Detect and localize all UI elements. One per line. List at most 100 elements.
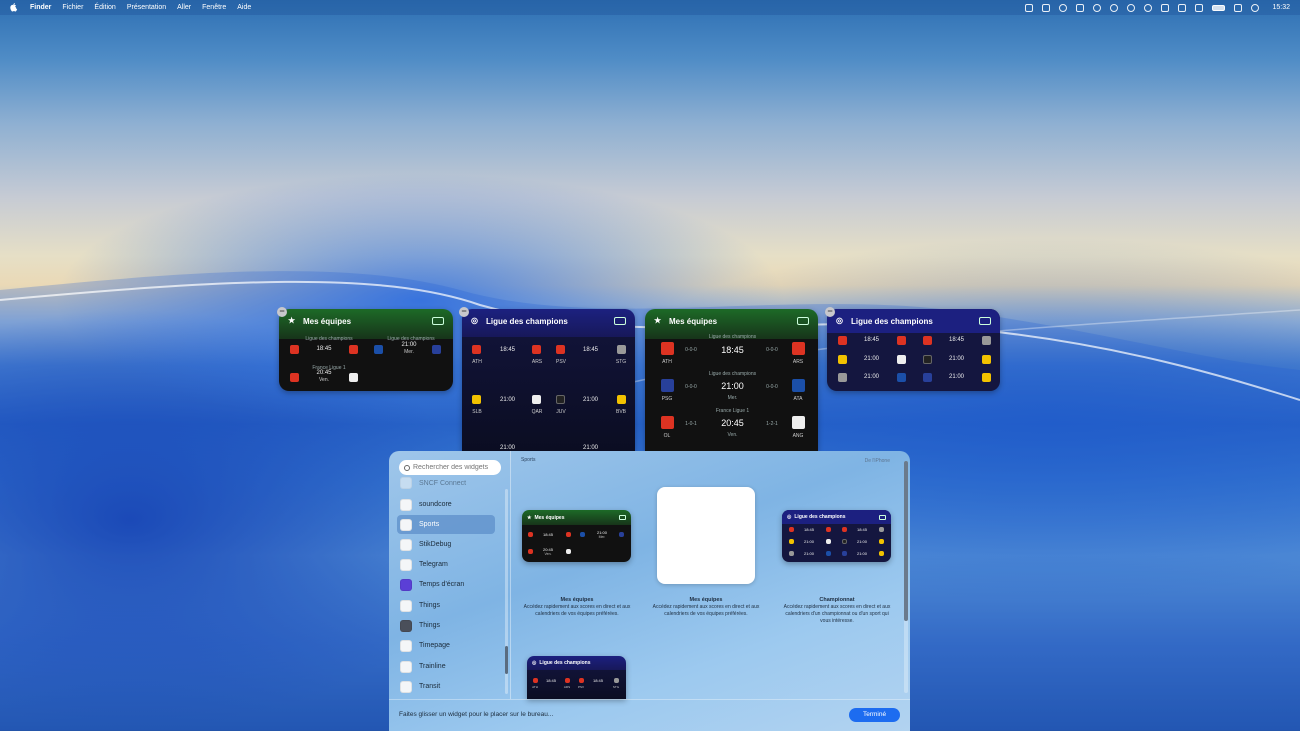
widget-mes-equipes-small[interactable]: ★ Mes équipes Ligue des champions 18:45 L… [279,309,453,391]
status-icon-4[interactable] [1076,3,1085,12]
remove-widget-button[interactable]: − [825,307,835,317]
match-time: 18:45 [592,678,603,683]
widget-mes-equipes-large[interactable]: ★ Mes équipes Ligue des champions ATH 0-0… [645,309,818,451]
display-icon[interactable] [1195,3,1204,12]
sidebar-item-label: Temps d'écran [419,581,465,588]
menu-fichier[interactable]: Fichier [62,4,83,11]
app-icon [400,498,412,511]
battery-icon[interactable] [1212,4,1226,11]
team-crest [879,551,884,556]
match-time: 21:00 [856,551,867,556]
team-crest [661,342,674,355]
sidebar-item-things[interactable]: Things [397,596,495,615]
status-icon-10[interactable] [1178,3,1187,12]
sidebar-item-label: Things [419,622,441,629]
match-time: 18:45 [721,345,744,355]
remove-widget-button[interactable]: − [459,307,469,317]
preview-widget-mes-equipes-medium[interactable]: ★ Mes équipes 18:45 21:00 Mer. 20:45 Ven… [522,510,631,562]
widget-title: Mes équipes [669,316,718,326]
team-crest [842,551,847,556]
search-input[interactable] [413,464,498,471]
team-crest [982,355,991,364]
match-day: Ven. [544,552,552,556]
team-crest [566,532,571,537]
team-crest [838,336,847,345]
search-field[interactable] [399,460,501,475]
team-crest [533,678,538,683]
drag-hint: Faites glisser un widget pour le placer … [399,711,554,718]
sidebar-item-temps-ecran[interactable]: Temps d'écran [397,575,495,594]
sidebar-item-soundcore[interactable]: soundcore [397,495,495,514]
team-crest [897,355,906,364]
remove-widget-button[interactable]: − [277,307,287,317]
sidebar-item-label: Timepage [419,642,450,649]
app-icon [400,680,412,693]
team-crest [826,539,831,544]
team-crest [374,345,383,354]
team-abbr: ATH [472,359,482,365]
clock[interactable]: 15:32 [1272,4,1290,11]
gallery-scrollbar-thumb[interactable] [904,461,908,621]
sidebar-item-trainline[interactable]: Trainline [397,657,495,676]
preview-widget-championnat[interactable]: ◎ Ligue des champions 18:45 18:45 21:00 … [782,510,891,562]
section-title: Sports [521,457,536,463]
team-abbr: SLB [472,409,482,415]
status-icon-8[interactable] [1144,3,1153,12]
sidebar-item-timepage[interactable]: Timepage [397,636,495,655]
star-icon: ★ [654,316,662,325]
status-icon-2[interactable] [1042,3,1051,12]
menu-aide[interactable]: Aide [237,4,251,11]
menu-edition[interactable]: Édition [94,4,115,11]
preview-widget-mes-equipes-large[interactable] [657,487,755,584]
team-crest [838,373,847,382]
widget-ligue-champions-tall[interactable]: ◎ Ligue des champions ATH 18:45 ARS PSV 1… [462,309,635,451]
team-crest [614,678,619,683]
sidebar-scrollbar-thumb[interactable] [505,646,508,674]
sidebar-item-transit[interactable]: Transit [397,677,495,696]
menu-aller[interactable]: Aller [177,4,191,11]
match-time: 18:45 [499,347,515,353]
team-crest [290,345,299,354]
league-label: Ligue des champions [708,371,757,377]
sidebar-item-label: Sports [419,521,440,528]
menu-finder[interactable]: Finder [30,4,51,11]
team-form: 0-0-0 [766,384,778,390]
status-icon-5[interactable] [1093,3,1102,12]
preview-description: Accédez rapidement aux scores en direct … [783,604,891,624]
league-icon: ◎ [532,660,537,666]
widget-title: Ligue des champions [851,316,933,326]
team-abbr: ARS [792,359,804,365]
sidebar-item-telegram[interactable]: Telegram [397,555,495,574]
control-center-icon[interactable] [1251,3,1260,12]
status-icon-1[interactable] [1025,3,1034,12]
match-time: 21:00 [948,356,964,362]
widget-ligue-champions-medium[interactable]: ◎ Ligue des champions 18:45 18:45 21:00 2… [827,309,1000,391]
menu-presentation[interactable]: Présentation [127,4,166,11]
team-crest [923,373,932,382]
team-crest [565,678,570,683]
team-crest [617,395,626,404]
menu-fenetre[interactable]: Fenêtre [202,4,226,11]
match-day: Ven. [318,377,329,383]
widget-title: Ligue des champions [486,316,568,326]
league-label: Ligue des champions [305,336,353,342]
sidebar-item-sncf-connect[interactable]: SNCF Connect [397,477,495,489]
sidebar-item-stikdebug[interactable]: StikDebug [397,535,495,554]
match-time: 21:00 [401,342,417,348]
ticket-icon [432,317,444,325]
done-button[interactable]: Terminé [849,708,900,722]
status-icon-7[interactable] [1127,3,1136,12]
sidebar-item-things-2[interactable]: Things [397,616,495,635]
preview-widget-ligue-champions-tall[interactable]: ◎ Ligue des champions ATH 18:45 ARS PSV … [527,656,626,699]
status-icon-6[interactable] [1110,3,1119,12]
status-icon-9[interactable] [1161,3,1170,12]
status-icon-3[interactable] [1059,3,1068,12]
team-crest [789,527,794,532]
star-icon: ★ [527,514,532,521]
wifi-icon[interactable] [1234,3,1243,12]
apple-icon[interactable] [10,3,18,12]
team-abbr: STG [612,685,620,689]
team-crest [566,549,571,554]
match-time: 21:00 [863,356,879,362]
sidebar-item-sports[interactable]: Sports [397,515,495,534]
